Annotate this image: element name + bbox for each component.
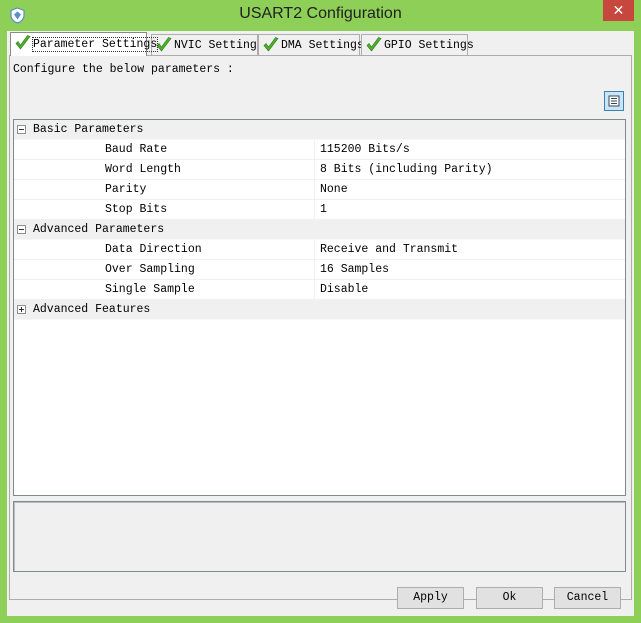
tab-label: DMA Settings	[281, 39, 364, 52]
categorized-view-button[interactable]	[604, 91, 624, 111]
description-info-box	[13, 501, 626, 572]
collapse-icon[interactable]	[17, 125, 26, 134]
title-bar[interactable]: USART2 Configuration ✕	[0, 0, 641, 31]
param-value[interactable]: 16 Samples	[320, 263, 389, 276]
list-view-icon	[608, 95, 620, 107]
param-value[interactable]: 115200 Bits/s	[320, 143, 410, 156]
column-divider	[314, 240, 315, 260]
tab-label: Parameter Settings	[31, 37, 159, 52]
dialog-client-area: Parameter Settings NVIC Settings DMA Set…	[7, 31, 634, 616]
param-value[interactable]: 1	[320, 203, 327, 216]
group-label: Basic Parameters	[33, 123, 144, 136]
param-value[interactable]: None	[320, 183, 348, 196]
tab-gpio-settings[interactable]: GPIO Settings	[361, 34, 474, 55]
column-divider	[314, 280, 315, 300]
param-name: Data Direction	[105, 243, 202, 256]
ok-button[interactable]: Ok	[476, 587, 543, 609]
check-icon	[263, 37, 279, 52]
param-row-data-direction[interactable]: Data Direction Receive and Transmit	[14, 240, 625, 260]
param-row-over-sampling[interactable]: Over Sampling 16 Samples	[14, 260, 625, 280]
tab-nvic-settings[interactable]: NVIC Settings	[151, 34, 264, 55]
column-divider	[314, 260, 315, 280]
cancel-button[interactable]: Cancel	[554, 587, 621, 609]
check-icon	[15, 35, 31, 50]
param-value[interactable]: Disable	[320, 283, 368, 296]
param-name: Word Length	[105, 163, 181, 176]
column-divider	[314, 140, 315, 160]
param-row-word-length[interactable]: Word Length 8 Bits (including Parity)	[14, 160, 625, 180]
description-text: Configure the below parameters :	[13, 63, 234, 76]
tab-dma-settings[interactable]: DMA Settings	[258, 34, 364, 55]
param-name: Over Sampling	[105, 263, 195, 276]
check-icon	[366, 37, 382, 52]
check-icon	[156, 37, 172, 52]
close-button[interactable]: ✕	[603, 0, 634, 21]
tab-parameter-settings[interactable]: Parameter Settings	[10, 32, 159, 56]
param-name: Baud Rate	[105, 143, 168, 156]
column-divider	[314, 200, 315, 220]
close-icon: ✕	[612, 2, 625, 18]
param-name: Single Sample	[105, 283, 195, 296]
group-advanced-parameters[interactable]: Advanced Parameters	[14, 220, 625, 240]
column-divider	[314, 160, 315, 180]
param-value[interactable]: Receive and Transmit	[320, 243, 458, 256]
param-value[interactable]: 8 Bits (including Parity)	[320, 163, 493, 176]
param-row-baud-rate[interactable]: Baud Rate 115200 Bits/s	[14, 140, 625, 160]
tab-label: NVIC Settings	[174, 39, 264, 52]
param-row-parity[interactable]: Parity None	[14, 180, 625, 200]
tab-label: GPIO Settings	[384, 39, 474, 52]
window-title: USART2 Configuration	[239, 5, 402, 22]
param-row-stop-bits[interactable]: Stop Bits 1	[14, 200, 625, 220]
collapse-icon[interactable]	[17, 225, 26, 234]
apply-button[interactable]: Apply	[397, 587, 464, 609]
column-divider	[314, 180, 315, 200]
tab-pane-parameter-settings: Configure the below parameters : Basic P…	[9, 55, 632, 600]
expand-icon[interactable]	[17, 305, 26, 314]
group-label: Advanced Features	[33, 303, 151, 316]
param-row-single-sample[interactable]: Single Sample Disable	[14, 280, 625, 300]
group-advanced-features[interactable]: Advanced Features	[14, 300, 625, 320]
group-label: Advanced Parameters	[33, 223, 165, 236]
param-name: Stop Bits	[105, 203, 168, 216]
property-grid: Basic Parameters Baud Rate 115200 Bits/s…	[13, 119, 626, 496]
dialog-window: USART2 Configuration ✕ Parameter Setting…	[0, 0, 641, 623]
param-name: Parity	[105, 183, 147, 196]
group-basic-parameters[interactable]: Basic Parameters	[14, 120, 625, 140]
